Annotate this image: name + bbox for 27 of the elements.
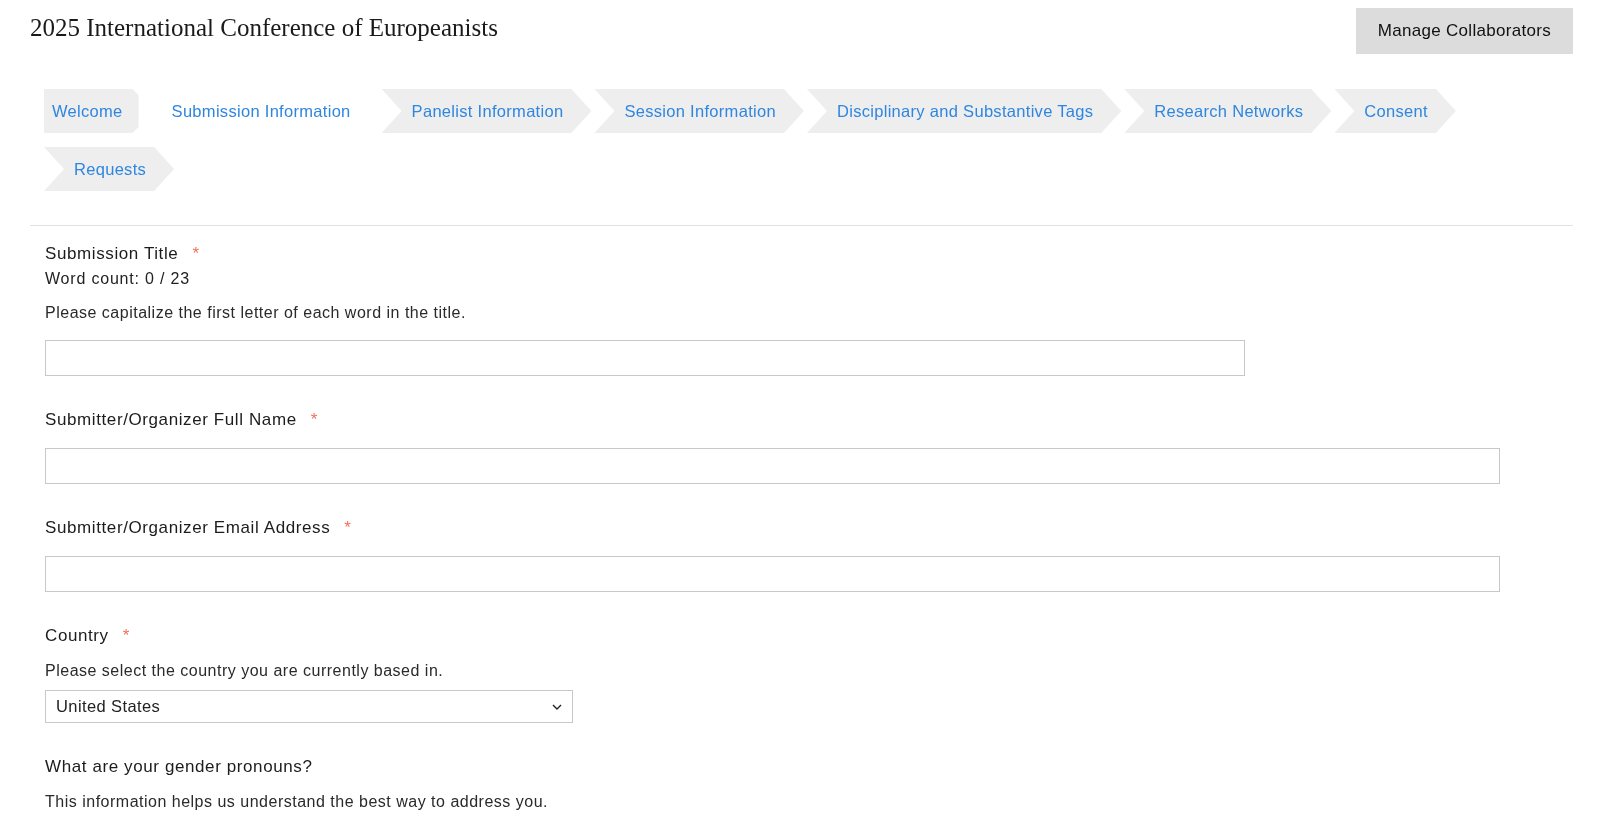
step-tab[interactable]: Welcome xyxy=(44,89,139,133)
chevron-down-icon xyxy=(552,703,562,710)
required-asterisk: * xyxy=(192,244,200,264)
step-tab[interactable]: Session Information xyxy=(594,89,804,133)
field-label: Country xyxy=(45,626,109,646)
manage-collaborators-button[interactable]: Manage Collaborators xyxy=(1355,8,1573,54)
field-label: What are your gender pronouns? xyxy=(45,757,313,777)
step-tab[interactable]: Research Networks xyxy=(1124,89,1332,133)
field-label: Submitter/Organizer Full Name xyxy=(45,410,297,430)
help-text: This information helps us understand the best way to address you. xyxy=(45,793,549,811)
conference-title: 2025 International Conference of Europeanists xyxy=(30,14,498,42)
help-text: Please select the country you are currently based in. xyxy=(45,662,445,680)
text-input-field[interactable] xyxy=(45,448,1500,484)
required-asterisk: * xyxy=(310,410,318,430)
step-tab[interactable]: Consent xyxy=(1334,89,1456,133)
field-label: Submission Title xyxy=(45,244,179,264)
word-count: Word count: 0 / 23 xyxy=(45,270,191,288)
step-tab[interactable]: Panelist Information xyxy=(381,89,592,133)
country-dropdown[interactable]: United States xyxy=(45,690,573,723)
required-asterisk: * xyxy=(122,626,130,646)
step-tab[interactable]: Disciplinary and Substantive Tags xyxy=(806,89,1122,133)
help-text: Please capitalize the first letter of each word in the title. xyxy=(45,304,467,322)
step-tab[interactable]: Requests xyxy=(44,147,175,191)
text-input-field[interactable] xyxy=(45,340,1245,376)
required-asterisk: * xyxy=(344,518,352,538)
text-input-field[interactable] xyxy=(45,556,1500,592)
field-label: Submitter/Organizer Email Address xyxy=(45,518,331,538)
